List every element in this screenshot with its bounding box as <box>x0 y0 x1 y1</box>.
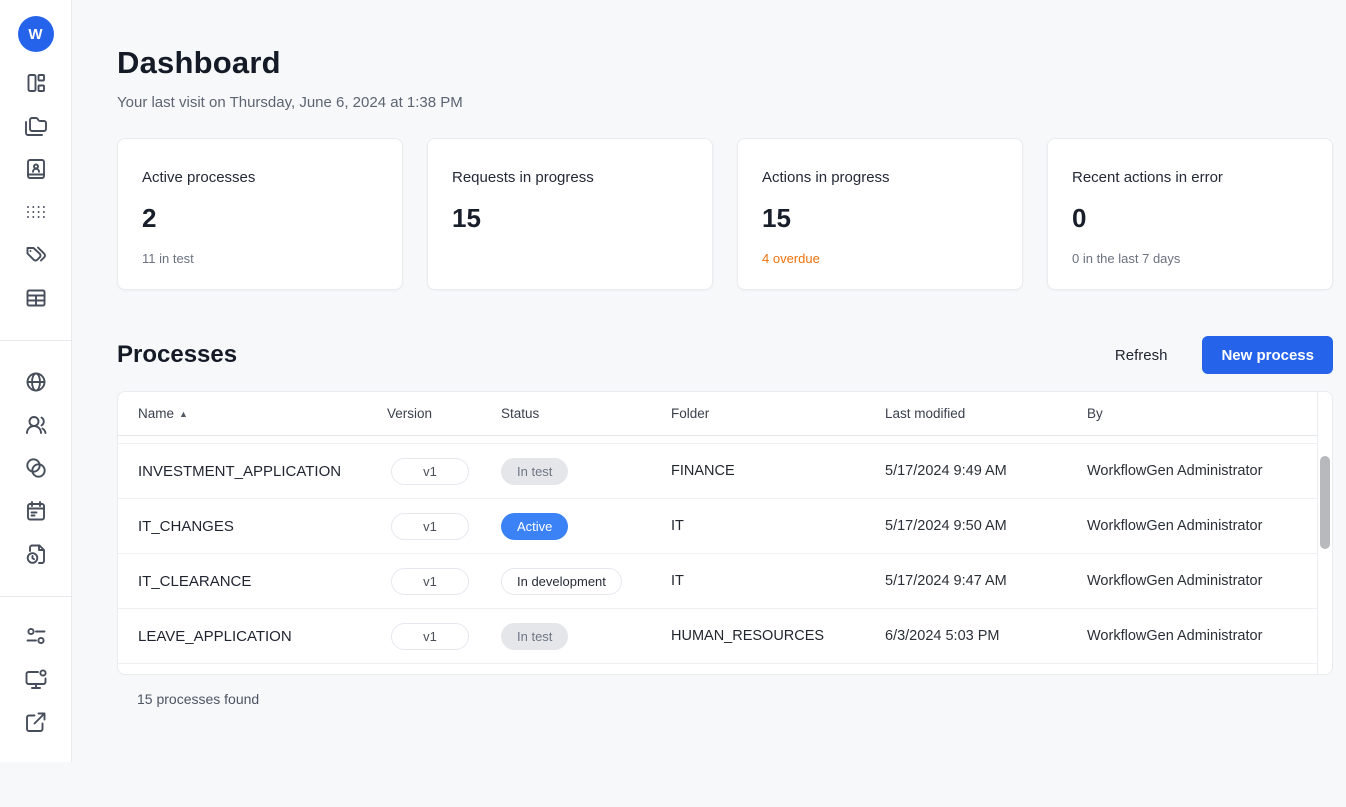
column-header-version[interactable]: Version <box>387 406 501 421</box>
monitor-dot-icon <box>24 667 48 691</box>
process-name: IT_CLEARANCE <box>138 573 387 590</box>
table-scrollbar-thumb[interactable] <box>1320 456 1330 549</box>
process-name: INVESTMENT_APPLICATION <box>138 463 387 480</box>
table-row[interactable]: IT_CHANGES v1 Active IT 5/17/2024 9:50 A… <box>118 499 1332 554</box>
by-cell: WorkflowGen Administrator <box>1087 518 1316 534</box>
last-modified-cell: 5/17/2024 9:47 AM <box>885 573 1087 589</box>
sidebar-item-directory[interactable] <box>24 157 48 181</box>
sidebar: W <box>0 0 72 762</box>
card-title: Active processes <box>142 169 378 186</box>
workspace-avatar[interactable]: W <box>18 16 54 52</box>
sidebar-item-devices[interactable] <box>24 667 48 691</box>
main-content: Dashboard Your last visit on Thursday, J… <box>72 45 1346 707</box>
version-pill[interactable]: v1 <box>391 568 469 595</box>
card-active-processes[interactable]: Active processes 2 11 in test <box>117 138 403 290</box>
refresh-button[interactable]: Refresh <box>1109 346 1174 365</box>
card-recent-actions-in-error[interactable]: Recent actions in error 0 0 in the last … <box>1047 138 1333 290</box>
status-badge: In test <box>501 623 568 650</box>
table-icon <box>24 286 48 310</box>
address-book-icon <box>24 157 48 181</box>
processes-title: Processes <box>117 341 1109 369</box>
sort-ascending-icon: ▲ <box>179 409 188 419</box>
page-title: Dashboard <box>117 45 1333 81</box>
process-name: LEAVE_APPLICATION <box>138 628 387 645</box>
folder-cell: FINANCE <box>671 463 885 479</box>
sidebar-item-categories[interactable] <box>24 243 48 267</box>
card-value: 2 <box>142 203 378 234</box>
sidebar-item-open-portal[interactable] <box>24 710 48 734</box>
column-label: Name <box>138 406 174 421</box>
processes-section-header: Processes Refresh New process <box>117 336 1333 374</box>
sidebar-item-history[interactable] <box>24 542 48 566</box>
card-value: 15 <box>762 203 998 234</box>
tags-icon <box>24 243 48 267</box>
version-pill[interactable]: v1 <box>391 623 469 650</box>
by-cell: WorkflowGen Administrator <box>1087 463 1316 479</box>
version-pill[interactable]: v1 <box>391 458 469 485</box>
folder-cell: IT <box>671 573 885 589</box>
folder-cell: HUMAN_RESOURCES <box>671 628 885 644</box>
users-icon <box>24 413 48 437</box>
table-header-row: Name ▲ Version Status Folder Last modifie… <box>118 392 1332 436</box>
sidebar-item-roles[interactable] <box>24 456 48 480</box>
table-scrollbar-track[interactable] <box>1317 392 1332 674</box>
column-header-name[interactable]: Name ▲ <box>138 406 387 421</box>
column-header-by[interactable]: By <box>1087 406 1316 421</box>
card-value: 15 <box>452 203 688 234</box>
sidebar-item-applications[interactable] <box>24 200 48 224</box>
card-actions-in-progress[interactable]: Actions in progress 15 4 overdue <box>737 138 1023 290</box>
sidebar-item-users[interactable] <box>24 413 48 437</box>
status-badge: In development <box>501 568 622 595</box>
globe-icon <box>24 370 48 394</box>
processes-count-text: 15 processes found <box>117 691 1333 707</box>
file-clock-icon <box>24 542 48 566</box>
version-pill[interactable]: v1 <box>391 513 469 540</box>
last-visit-text: Your last visit on Thursday, June 6, 202… <box>117 94 1333 111</box>
last-modified-cell: 6/3/2024 5:03 PM <box>885 628 1087 644</box>
sidebar-item-settings[interactable] <box>24 624 48 648</box>
card-title: Actions in progress <box>762 169 998 186</box>
card-note <box>452 251 688 266</box>
folder-cell: IT <box>671 518 885 534</box>
status-badge: Active <box>501 513 568 540</box>
process-name: IT_CHANGES <box>138 518 387 535</box>
last-modified-cell: 5/17/2024 9:50 AM <box>885 518 1087 534</box>
stat-cards: Active processes 2 11 in test Requests i… <box>117 138 1333 290</box>
card-title: Recent actions in error <box>1072 169 1308 186</box>
sidebar-item-global[interactable] <box>24 370 48 394</box>
column-header-folder[interactable]: Folder <box>671 406 885 421</box>
partial-row-above <box>118 436 1332 444</box>
calendar-icon <box>24 499 48 523</box>
sidebar-item-data[interactable] <box>24 286 48 310</box>
dashboard-layout-icon <box>24 71 48 95</box>
sidebar-item-calendar[interactable] <box>24 499 48 523</box>
sliders-icon <box>24 624 48 648</box>
card-title: Requests in progress <box>452 169 688 186</box>
card-note-overdue: 4 overdue <box>762 251 998 266</box>
last-modified-cell: 5/17/2024 9:49 AM <box>885 463 1087 479</box>
overlapping-circles-icon <box>24 456 48 480</box>
by-cell: WorkflowGen Administrator <box>1087 628 1316 644</box>
folders-icon <box>24 114 48 138</box>
status-badge: In test <box>501 458 568 485</box>
by-cell: WorkflowGen Administrator <box>1087 573 1316 589</box>
sidebar-item-folders[interactable] <box>24 114 48 138</box>
card-note: 11 in test <box>142 251 378 266</box>
table-row[interactable]: INVESTMENT_APPLICATION v1 In test FINANC… <box>118 444 1332 499</box>
processes-table: Name ▲ Version Status Folder Last modifie… <box>117 391 1333 675</box>
column-header-last-modified[interactable]: Last modified <box>885 406 1087 421</box>
table-row[interactable]: IT_CLEARANCE v1 In development IT 5/17/2… <box>118 554 1332 609</box>
card-requests-in-progress[interactable]: Requests in progress 15 <box>427 138 713 290</box>
card-value: 0 <box>1072 203 1308 234</box>
card-note: 0 in the last 7 days <box>1072 251 1308 266</box>
external-link-icon <box>24 710 48 734</box>
apps-grid-icon <box>24 200 48 224</box>
table-row[interactable]: LEAVE_APPLICATION v1 In test HUMAN_RESOU… <box>118 609 1332 664</box>
column-header-status[interactable]: Status <box>501 406 671 421</box>
new-process-button[interactable]: New process <box>1202 336 1333 374</box>
sidebar-item-dashboard[interactable] <box>24 71 48 95</box>
